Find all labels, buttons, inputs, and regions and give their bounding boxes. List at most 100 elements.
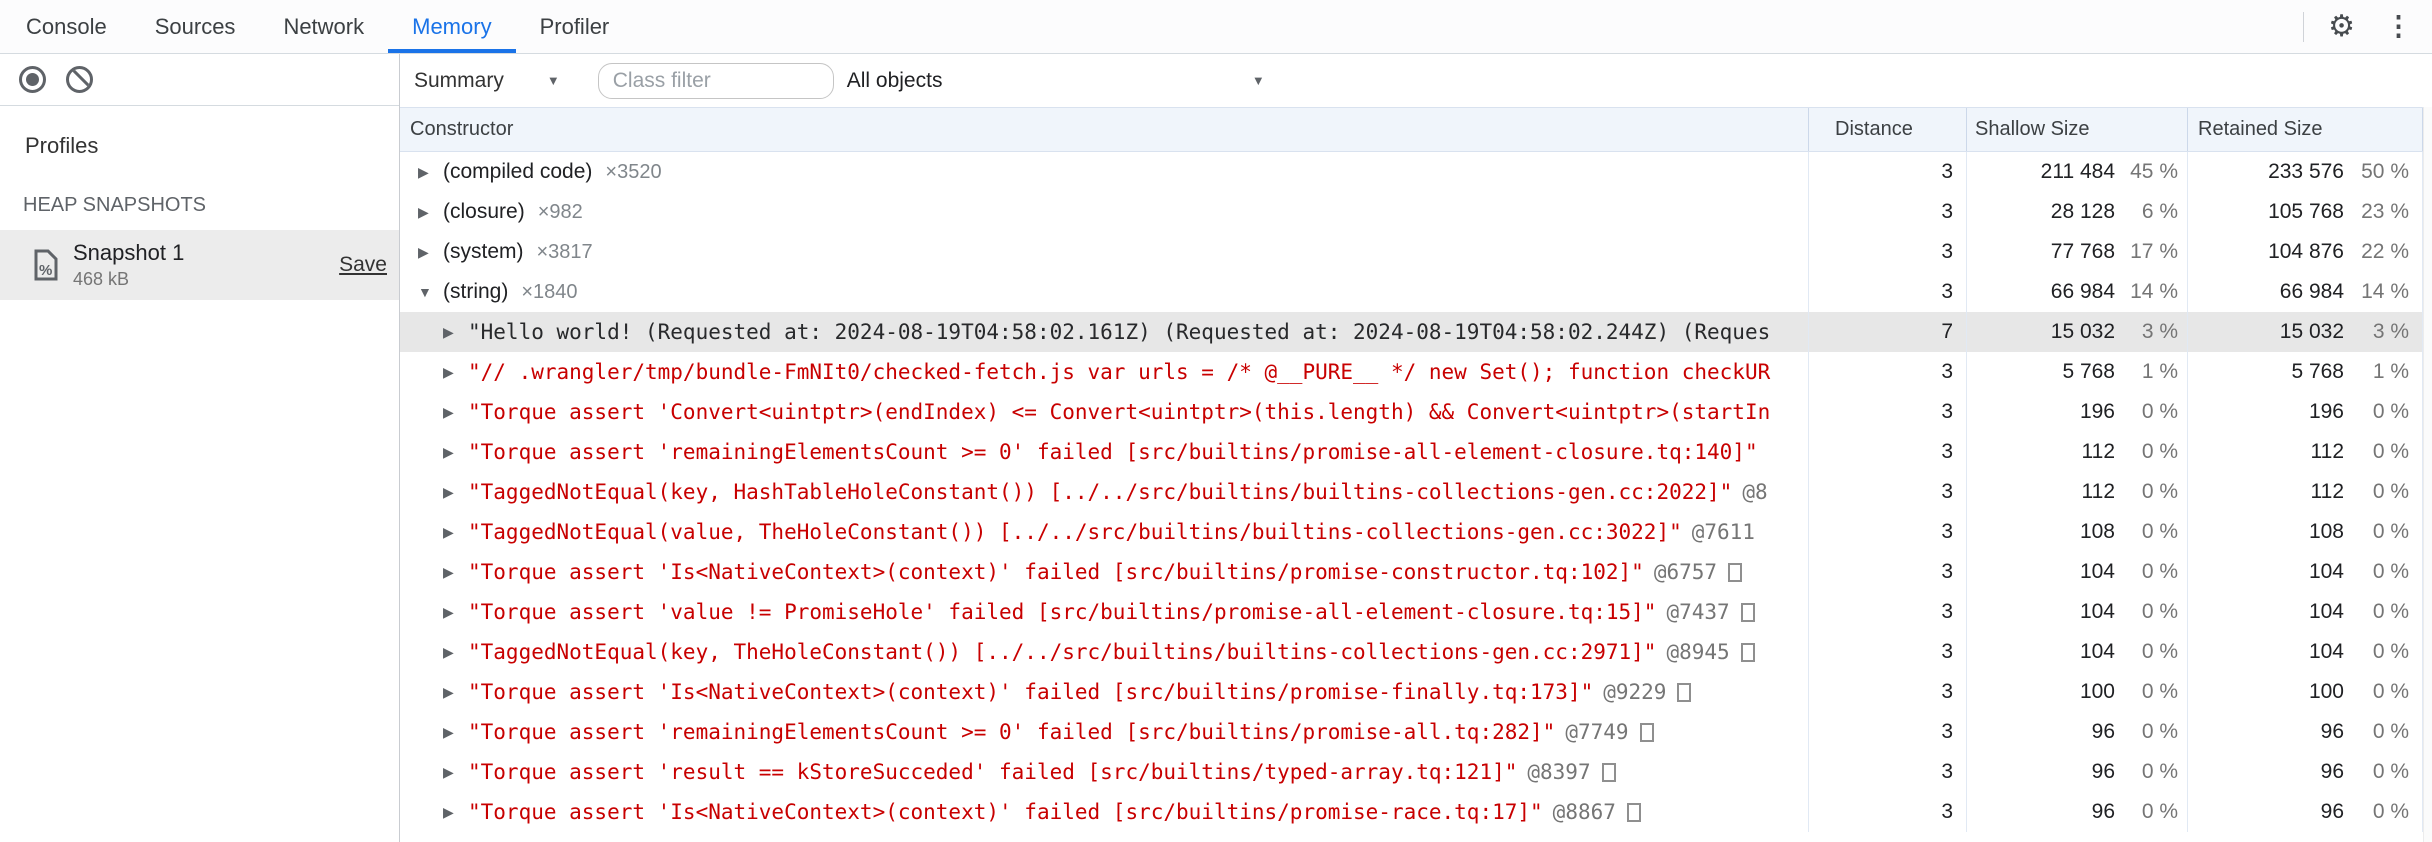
heap-snapshot-panel: Summary ▼ All objects ▼ Constructor Dist… [400,54,2432,842]
table-row[interactable]: ▶ "Torque assert 'Is<NativeContext>(conte… [400,792,2423,832]
shallow-size-value: 96 [2091,720,2115,743]
table-row[interactable]: ▶ "Torque assert 'value != PromiseHole' f… [400,592,2423,632]
reveal-icon[interactable] [1626,802,1641,822]
table-row[interactable]: ▶ (closure) ×982 3 28 128 6 % 105 768 23 % [400,192,2423,232]
shallow-size-value: 66 984 [2050,280,2115,303]
column-header-shallow-size[interactable]: Shallow Size [1966,108,2187,151]
expand-triangle-icon[interactable]: ▶ [418,204,435,221]
settings-gear-icon[interactable]: ⚙ [2328,11,2355,42]
reveal-icon[interactable] [1639,722,1654,742]
tab-profiler[interactable]: Profiler [516,0,634,53]
retained-size-value: 112 [2310,440,2344,463]
record-heap-snapshot-icon[interactable] [19,66,46,93]
retained-size-cell: 104 876 22 % [2187,232,2423,272]
tab-network[interactable]: Network [259,0,388,53]
object-id: @6757 [1653,560,1718,584]
reveal-icon[interactable] [1677,682,1692,702]
table-row[interactable]: ▶ "// .wrangler/tmp/bundle-FmNIt0/checked… [400,352,2423,392]
sidebar-item-snapshot-1[interactable]: % Snapshot 1 468 kB Save [0,230,399,300]
class-filter-input[interactable] [597,62,834,99]
vertical-scrollbar[interactable] [2423,107,2432,842]
expand-triangle-icon[interactable]: ▶ [418,244,435,261]
table-row[interactable]: ▶ "Torque assert 'Is<NativeContext>(conte… [400,672,2423,712]
retained-size-value: 96 [2320,720,2344,743]
tab-sources[interactable]: Sources [131,0,260,53]
tab-memory[interactable]: Memory [388,0,517,53]
toolbar-divider [2303,11,2305,42]
reveal-icon[interactable] [1740,642,1755,662]
retained-size-cell: 104 0 % [2187,632,2423,672]
object-id: @7437 [1666,600,1730,624]
table-row[interactable]: ▶ "TaggedNotEqual(key, TheHoleConstant())… [400,632,2423,672]
table-row[interactable]: ▶ (compiled code) ×3520 3 211 484 45 % 233 576… [400,152,2423,192]
constructor-cell: ▶ (compiled code) ×3520 [400,152,1808,192]
shallow-size-percent: 0 % [2141,440,2178,463]
shallow-size-percent: 14 % [2130,280,2178,303]
table-row[interactable]: ▶ "Torque assert 'result == kStoreSuccede… [400,752,2423,792]
distance-value: 3 [1941,440,1953,463]
expand-triangle-icon[interactable]: ▶ [443,684,460,701]
distance-value: 3 [1941,680,1953,703]
reveal-icon[interactable] [1601,762,1616,782]
expand-triangle-icon[interactable]: ▶ [443,524,460,541]
kebab-menu-icon[interactable]: ⋮ [2385,13,2412,40]
expand-triangle-icon[interactable]: ▶ [443,764,460,781]
expand-triangle-icon[interactable]: ▶ [443,724,460,741]
column-header-retained-size[interactable]: Retained Size [2187,108,2423,151]
save-snapshot-link[interactable]: Save [339,253,387,277]
string-preview: "Torque assert 'Convert<uintptr>(endInde… [468,400,1771,424]
snapshot-size: 468 kB [73,269,130,289]
distance-value: 3 [1941,520,1953,543]
shallow-size-cell: 104 0 % [1966,592,2187,632]
table-row[interactable]: ▼ (string) ×1840 3 66 984 14 % 66 984 14 % [400,272,2423,312]
column-header-constructor[interactable]: Constructor [400,118,1808,141]
expand-triangle-icon[interactable]: ▶ [443,484,460,501]
table-row[interactable]: ▶ "Torque assert 'remainingElementsCount … [400,712,2423,752]
tab-console[interactable]: Console [2,0,131,53]
table-row[interactable]: ▶ "Torque assert 'Is<NativeContext>(conte… [400,552,2423,592]
shallow-size-value: 96 [2091,760,2115,783]
shallow-size-cell: 196 0 % [1966,392,2187,432]
shallow-size-cell: 5 768 1 % [1966,352,2187,392]
column-header-distance[interactable]: Distance [1808,108,1966,151]
expand-triangle-icon[interactable]: ▶ [443,324,460,341]
expand-triangle-icon[interactable]: ▶ [443,364,460,381]
shallow-size-percent: 17 % [2130,240,2178,263]
string-preview: "Torque assert 'remainingElementsCount >… [468,440,1758,464]
shallow-size-cell: 96 0 % [1966,792,2187,832]
table-row[interactable]: ▶ "Torque assert 'Convert<uintptr>(endInd… [400,392,2423,432]
distance-cell: 3 [1808,352,1966,392]
reveal-icon[interactable] [1728,562,1743,582]
string-preview: "Torque assert 'value != PromiseHole' fa… [468,600,1657,624]
expand-triangle-icon[interactable]: ▶ [443,644,460,661]
object-id: @7611 [1691,520,1755,544]
reveal-icon[interactable] [1740,602,1755,622]
table-row[interactable]: ▶ (system) ×3817 3 77 768 17 % 104 876 22 % [400,232,2423,272]
instance-count: ×3817 [536,240,593,263]
shallow-size-percent: 0 % [2141,480,2178,503]
string-preview: "Torque assert 'Is<NativeContext>(contex… [468,680,1594,704]
constructor-cell: ▶ "Torque assert 'value != PromiseHole' f… [400,592,1808,632]
distance-cell: 3 [1808,512,1966,552]
constructor-cell: ▶ "Hello world! (Requested at: 2024-08-19… [400,312,1808,352]
tab-sources-label: Sources [154,13,236,39]
shallow-size-value: 28 128 [2050,200,2115,223]
devtools-tab-bar: Console Sources Network Memory Profiler … [0,0,2432,54]
objects-filter-selector[interactable]: All objects ▼ [847,69,1265,93]
expand-triangle-icon[interactable]: ▶ [443,804,460,821]
table-row[interactable]: ▶ "TaggedNotEqual(value, TheHoleConstant(… [400,512,2423,552]
expand-triangle-icon[interactable]: ▶ [443,444,460,461]
perspective-selector[interactable]: Summary ▼ [414,69,560,93]
table-row[interactable]: ▶ "TaggedNotEqual(key, HashTableHoleConst… [400,472,2423,512]
expand-triangle-icon[interactable]: ▶ [443,604,460,621]
clear-profiles-icon[interactable] [66,66,93,93]
collapse-triangle-icon[interactable]: ▼ [418,284,435,300]
distance-value: 3 [1941,480,1953,503]
table-row[interactable]: ▶ "Hello world! (Requested at: 2024-08-19… [400,312,2423,352]
constructors-table: Constructor Distance Shallow Size Retain… [400,107,2432,842]
distance-value: 3 [1941,400,1953,423]
table-row[interactable]: ▶ "Torque assert 'remainingElementsCount … [400,432,2423,472]
expand-triangle-icon[interactable]: ▶ [418,164,435,181]
expand-triangle-icon[interactable]: ▶ [443,404,460,421]
expand-triangle-icon[interactable]: ▶ [443,564,460,581]
